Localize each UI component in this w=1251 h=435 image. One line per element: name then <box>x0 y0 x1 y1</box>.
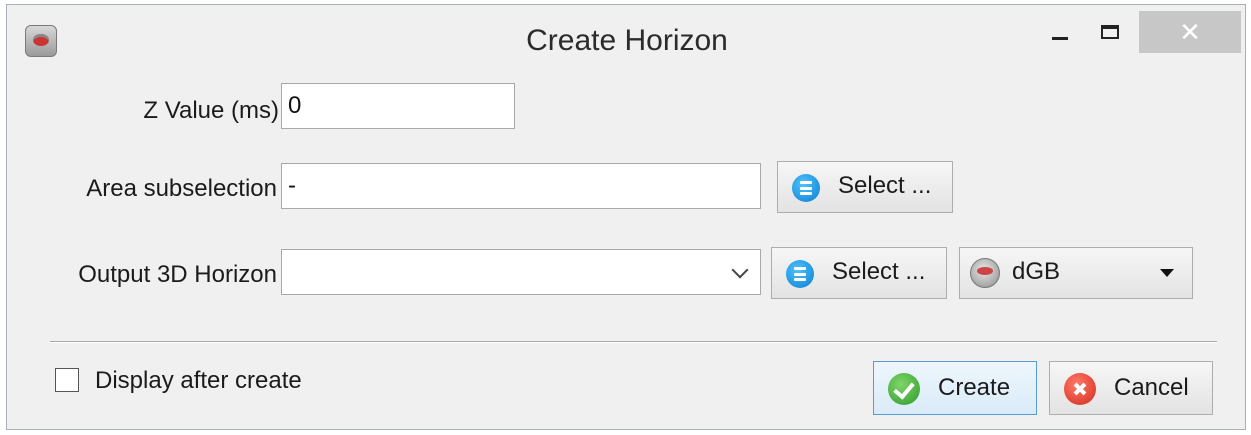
list-icon <box>786 260 814 288</box>
source-dropdown[interactable]: dGB <box>959 247 1193 299</box>
area-select-button[interactable]: Select ... <box>777 161 953 213</box>
close-button[interactable]: ✕ <box>1139 11 1241 53</box>
chevron-down-icon <box>731 261 749 279</box>
caret-down-icon <box>1160 269 1174 277</box>
area-subselection-label: Area subselection <box>86 175 277 202</box>
checkmark-icon <box>888 373 920 405</box>
create-button[interactable]: Create <box>873 361 1037 415</box>
close-icon: ✕ <box>1179 17 1201 47</box>
area-select-button-label: Select ... <box>838 172 932 199</box>
create-button-label: Create <box>938 374 1011 401</box>
output-select-button-label: Select ... <box>832 258 926 285</box>
z-value-label: Z Value (ms) <box>143 97 279 124</box>
cancel-x-icon <box>1064 373 1096 405</box>
maximize-button[interactable] <box>1093 15 1127 53</box>
output-select-button[interactable]: Select ... <box>771 247 947 299</box>
area-subselection-field[interactable]: - <box>281 163 761 209</box>
display-after-create-checkbox[interactable] <box>55 368 79 392</box>
dgb-logo-icon <box>970 258 1000 288</box>
dialog-content: Z Value (ms) 0 Area subselection - Selec… <box>23 71 1231 429</box>
output-horizon-combobox[interactable] <box>281 249 761 295</box>
minimize-icon <box>1052 37 1068 40</box>
minimize-button[interactable] <box>1043 15 1077 53</box>
display-after-create-label[interactable]: Display after create <box>95 367 302 395</box>
output-horizon-label: Output 3D Horizon <box>78 261 277 288</box>
source-dropdown-value: dGB <box>1012 258 1061 285</box>
list-icon <box>792 174 820 202</box>
separator <box>50 341 1217 343</box>
cancel-button[interactable]: Cancel <box>1049 361 1213 415</box>
title-bar[interactable]: Create Horizon ✕ <box>7 5 1245 71</box>
maximize-icon <box>1101 25 1119 39</box>
z-value-input[interactable]: 0 <box>281 83 515 129</box>
cancel-button-label: Cancel <box>1114 374 1189 401</box>
create-horizon-dialog: Create Horizon ✕ Z Value (ms) 0 Area sub… <box>6 4 1246 430</box>
